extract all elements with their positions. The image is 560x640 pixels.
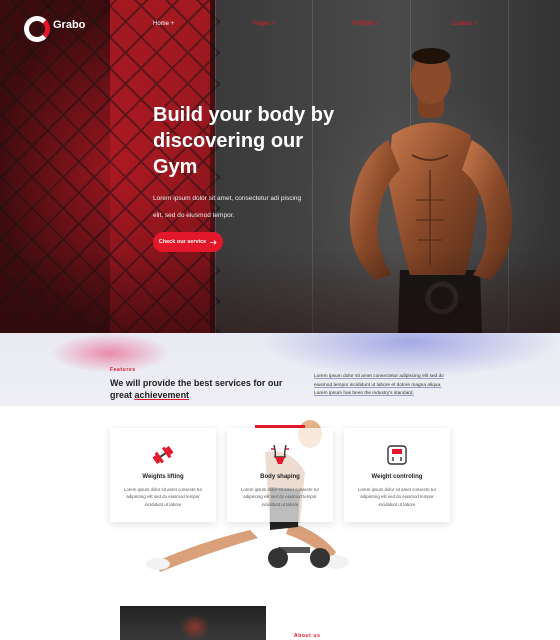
features-title-highlight: achievement	[134, 390, 190, 400]
features-title: We will provide the best services for ou…	[110, 377, 300, 401]
card-text: Lorem ipsum dolor sit amet consecte tur …	[240, 487, 320, 507]
service-card-weight-control[interactable]: Weight controling Lorem ipsum dolor sit …	[344, 428, 450, 522]
check-service-button[interactable]: Check our service	[153, 232, 223, 252]
features-label: Features	[110, 367, 136, 373]
hero-title: Build your body by discovering our Gym	[153, 104, 335, 178]
hero-description: Lorem ipsum dolor sit amet, consectetur …	[153, 195, 302, 219]
band-glow-blue	[260, 333, 560, 378]
nav-item-home[interactable]: Home +	[153, 21, 174, 27]
active-indicator	[255, 425, 305, 428]
landing-page: Grabo Home + Pages + Portfolio + Contact…	[0, 0, 560, 640]
service-card-body-shaping[interactable]: Body shaping Lorem ipsum dolor sit amet …	[227, 425, 333, 522]
about-image	[120, 606, 266, 640]
hero-section: Grabo Home + Pages + Portfolio + Contact…	[0, 0, 560, 333]
card-text: Lorem ipsum dolor sit amet consecte tur …	[357, 487, 437, 507]
card-text: Lorem ipsum dolor sit amet consecte tur …	[123, 487, 203, 507]
hero-shade	[0, 250, 560, 333]
check-service-label: Check our service	[158, 239, 207, 245]
nav-item-contact[interactable]: Contact +	[452, 21, 478, 27]
about-label: About us	[294, 633, 321, 639]
nav-item-pages[interactable]: Pages +	[253, 21, 275, 27]
card-title: Weight controling	[371, 474, 423, 480]
dumbbell-icon	[152, 445, 174, 465]
service-card-weights[interactable]: Weights lifting Lorem ipsum dolor sit am…	[110, 428, 216, 522]
main-nav: Home + Pages + Portfolio + Contact +	[0, 21, 560, 33]
about-image-glow	[180, 614, 210, 640]
nav-item-portfolio[interactable]: Portfolio +	[352, 21, 379, 27]
card-title: Body shaping	[260, 474, 300, 480]
body-shape-icon	[271, 444, 289, 464]
features-description: Lorem ipsum dolor sit amet consectetur a…	[314, 374, 444, 397]
card-title: Weights lifting	[142, 474, 184, 480]
scale-icon	[387, 445, 407, 465]
arrow-right-icon	[210, 239, 217, 245]
